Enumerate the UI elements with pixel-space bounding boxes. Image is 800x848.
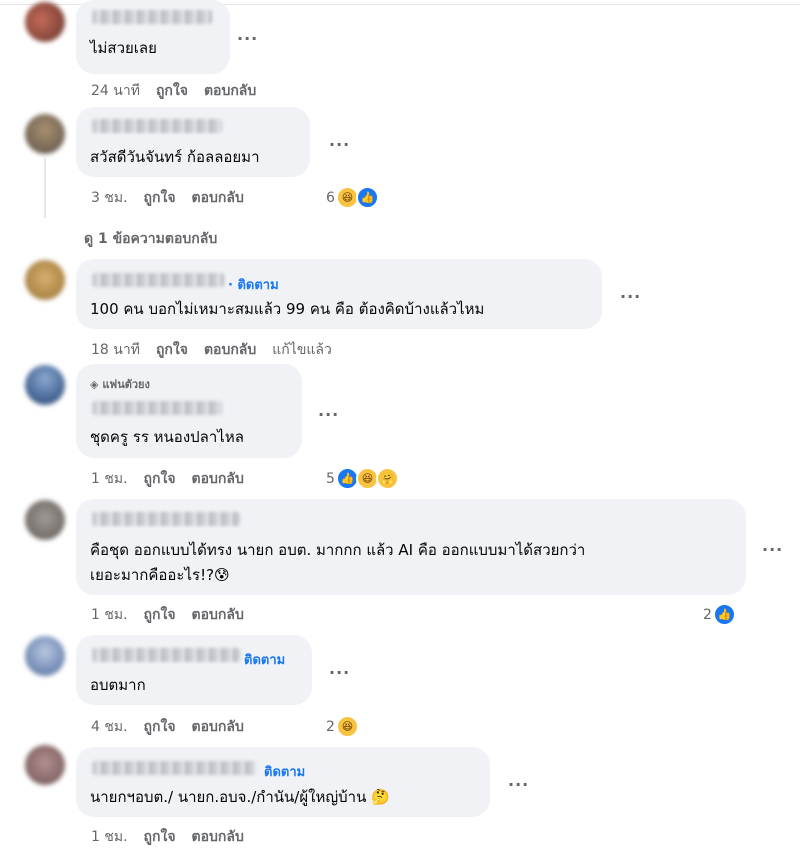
- reaction-count: 2: [326, 718, 335, 735]
- care-icon: 🤗: [375, 467, 399, 490]
- like-button[interactable]: ถูกใจ: [156, 342, 188, 358]
- more-options-button[interactable]: ...: [762, 538, 783, 554]
- avatar[interactable]: [25, 2, 65, 42]
- reaction-count: 2: [703, 606, 712, 623]
- comment-time[interactable]: 1 ชม.: [91, 607, 128, 623]
- comment-text: นายกฯอบต./ นายก.อบจ./กำนัน/ผู้ใหญ่บ้าน 🤔: [90, 788, 390, 806]
- comment-meta: 4 ชม. ถูกใจ ตอบกลับ: [91, 716, 260, 738]
- author-name[interactable]: [92, 648, 240, 662]
- comment-bubble: ติดตาม นายกฯอบต./ นายก.อบจ./กำนัน/ผู้ใหญ…: [76, 747, 490, 817]
- more-options-button[interactable]: ...: [237, 27, 258, 43]
- like-button[interactable]: ถูกใจ: [144, 471, 176, 487]
- author-name[interactable]: [92, 273, 224, 287]
- like-button[interactable]: ถูกใจ: [144, 607, 176, 623]
- more-options-button[interactable]: ...: [508, 773, 529, 789]
- comment-time[interactable]: 3 ชม.: [91, 190, 128, 206]
- author-name[interactable]: [92, 761, 256, 775]
- like-icon: 👍: [355, 186, 379, 209]
- comment-bubble: ◈ แฟนตัวยง ชุดครู รร หนองปลาไหล: [76, 364, 302, 458]
- top-fan-badge: ◈ แฟนตัวยง: [90, 375, 150, 393]
- reply-button[interactable]: ตอบกลับ: [192, 190, 244, 206]
- more-options-button[interactable]: ...: [620, 285, 641, 301]
- reply-button[interactable]: ตอบกลับ: [204, 83, 256, 99]
- comment-text-line-2: เยอะมากคืออะไร!?😰: [90, 566, 230, 584]
- comment-meta: 24 นาที ถูกใจ ตอบกลับ: [91, 80, 272, 102]
- avatar[interactable]: [25, 636, 65, 676]
- comment-text: ชุดครู รร หนองปลาไหล: [90, 428, 244, 446]
- edited-label: แก้ไขแล้ว: [272, 342, 332, 358]
- see-replies-link[interactable]: ดู 1 ข้อความตอบกลับ: [84, 228, 217, 250]
- author-name[interactable]: [92, 512, 240, 526]
- comment-meta: 1 ชม. ถูกใจ ตอบกลับ: [91, 826, 260, 848]
- avatar[interactable]: [25, 114, 65, 154]
- like-icon: 👍: [712, 603, 736, 626]
- reaction-count: 5: [326, 470, 335, 487]
- comment-meta: 1 ชม. ถูกใจ ตอบกลับ: [91, 604, 260, 626]
- haha-icon: 😆: [335, 715, 359, 738]
- like-button[interactable]: ถูกใจ: [156, 83, 188, 99]
- like-button[interactable]: ถูกใจ: [144, 829, 176, 845]
- comment-text-line-1: คือชุด ออกแบบได้ทรง นายก อบต. มากกก แล้ว…: [90, 541, 586, 559]
- reaction-summary[interactable]: 5 👍 😆 🤗: [326, 467, 399, 490]
- comment-text: 100 คน บอกไม่เหมาะสมแล้ว 99 คน คือ ต้องค…: [90, 300, 485, 318]
- author-name[interactable]: [92, 10, 212, 24]
- comment-text: ไม่สวยเลย: [90, 39, 157, 57]
- comment-bubble: ไม่สวยเลย: [76, 0, 230, 74]
- more-options-button[interactable]: ...: [329, 133, 350, 149]
- comment-time[interactable]: 1 ชม.: [91, 471, 128, 487]
- comment-time[interactable]: 24 นาที: [91, 83, 140, 99]
- comment-bubble: ติดตาม อบตมาก: [76, 635, 312, 705]
- avatar[interactable]: [25, 365, 65, 405]
- comment-bubble: สวัสดีวันจันทร์ ก้อลลอยมา: [76, 107, 310, 177]
- badge-label: แฟนตัวยง: [102, 378, 150, 391]
- comment-time[interactable]: 1 ชม.: [91, 829, 128, 845]
- comment-time[interactable]: 18 นาที: [91, 342, 140, 358]
- avatar[interactable]: [25, 745, 65, 785]
- author-name[interactable]: [92, 401, 222, 415]
- more-options-button[interactable]: ...: [329, 661, 350, 677]
- reaction-summary[interactable]: 2 👍: [703, 603, 736, 626]
- reply-button[interactable]: ตอบกลับ: [192, 607, 244, 623]
- comment-time[interactable]: 4 ชม.: [91, 719, 128, 735]
- comment-text: อบตมาก: [90, 676, 146, 694]
- follow-link[interactable]: ติดตาม: [244, 649, 285, 670]
- comment-bubble: · ติดตาม 100 คน บอกไม่เหมาะสมแล้ว 99 คน …: [76, 259, 602, 329]
- comment-meta: 1 ชม. ถูกใจ ตอบกลับ: [91, 468, 260, 490]
- diamond-icon: ◈: [90, 378, 99, 391]
- like-button[interactable]: ถูกใจ: [144, 719, 176, 735]
- reply-button[interactable]: ตอบกลับ: [204, 342, 256, 358]
- comment-bubble: คือชุด ออกแบบได้ทรง นายก อบต. มากกก แล้ว…: [76, 499, 746, 595]
- reply-button[interactable]: ตอบกลับ: [192, 829, 244, 845]
- author-name[interactable]: [92, 119, 222, 133]
- avatar[interactable]: [25, 500, 65, 540]
- reply-button[interactable]: ตอบกลับ: [192, 719, 244, 735]
- more-options-button[interactable]: ...: [318, 403, 339, 419]
- reaction-count: 6: [326, 189, 335, 206]
- reply-button[interactable]: ตอบกลับ: [192, 471, 244, 487]
- comment-text: สวัสดีวันจันทร์ ก้อลลอยมา: [90, 148, 260, 166]
- comment-meta: 3 ชม. ถูกใจ ตอบกลับ: [91, 187, 260, 209]
- comment-meta: 18 นาที ถูกใจ ตอบกลับ แก้ไขแล้ว: [91, 339, 348, 361]
- thread-line: [44, 158, 46, 218]
- like-button[interactable]: ถูกใจ: [144, 190, 176, 206]
- avatar[interactable]: [25, 260, 65, 300]
- follow-link[interactable]: ติดตาม: [264, 761, 305, 782]
- reaction-summary[interactable]: 6 😆 👍: [326, 186, 379, 209]
- reaction-summary[interactable]: 2 😆: [326, 715, 359, 738]
- follow-link[interactable]: · ติดตาม: [228, 274, 279, 295]
